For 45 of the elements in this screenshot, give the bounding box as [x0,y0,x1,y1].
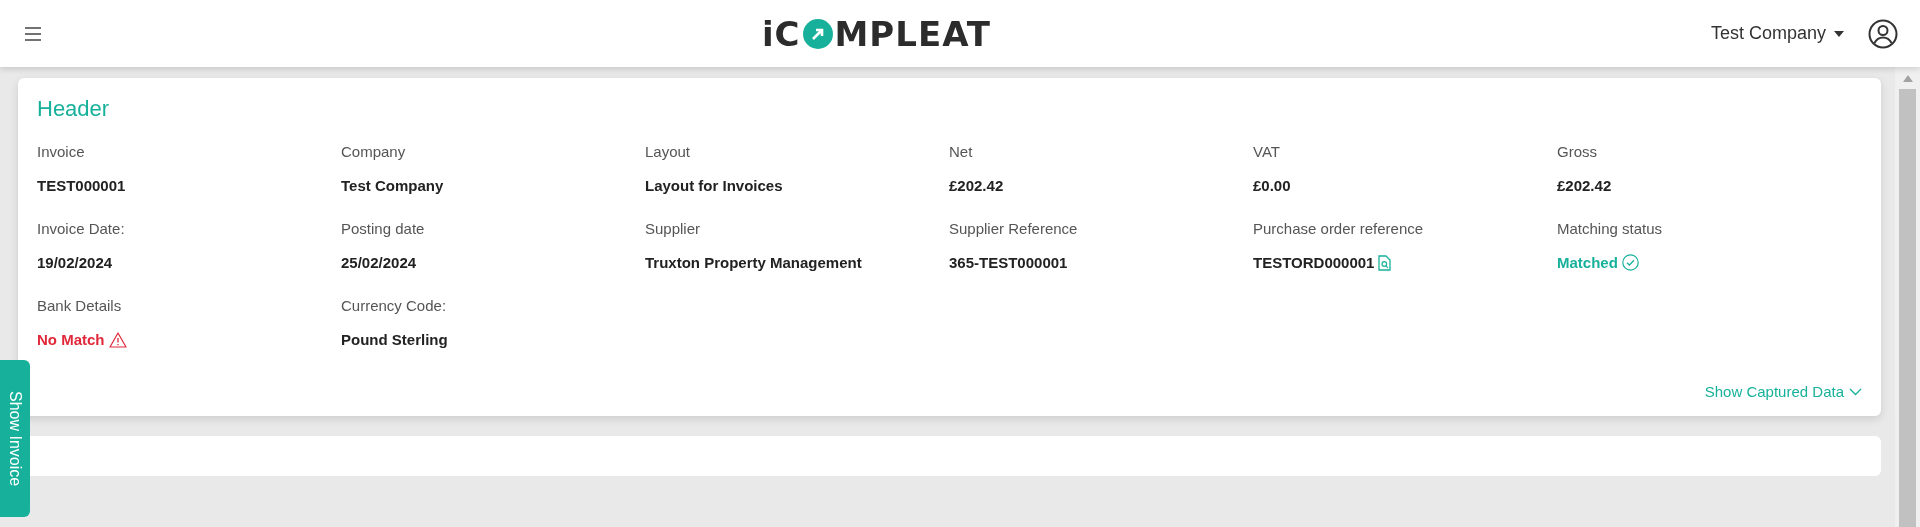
caret-icon [1834,30,1844,37]
field-value: TESTORD000001 [1253,252,1375,273]
section-title: Header [37,95,111,123]
field-label: Invoice [37,142,86,162]
field-label: Company [341,142,407,162]
field-value: 365-TEST000001 [949,252,1068,273]
scrollbar-thumb[interactable] [1899,89,1916,527]
warning-icon [108,331,127,348]
field-label: Matching status [1557,219,1664,239]
menu-icon [24,27,42,42]
logo-text: iC [761,16,801,51]
field-label: Purchase order reference [1253,219,1425,239]
field-label: Supplier Reference [949,219,1079,239]
field-label: Supplier [645,219,702,239]
field-value: 19/02/2024 [37,252,113,273]
field-value: Test Company [341,175,444,196]
show-invoice-tab[interactable]: Show Invoice [0,360,30,517]
field-value: Pound Sterling [341,329,448,350]
field-label: VAT [1253,142,1281,162]
field-value: £202.42 [949,175,1004,196]
logo-icon [802,18,833,49]
logo-text: MPLEAT [834,16,992,51]
company-dropdown[interactable]: Test Company [1710,20,1844,47]
status-text: No Match [37,329,105,350]
field-label: Currency Code: [341,296,448,316]
scrollbar[interactable] [1895,67,1920,527]
document-search-icon[interactable] [1378,254,1392,271]
status-text: Matched [1557,252,1618,273]
field-label: Bank Details [37,296,123,316]
field-label: Net [949,142,974,162]
field-value: Layout for Invoices [645,175,783,196]
field-label: Layout [645,142,692,162]
scroll-up-icon[interactable] [1903,75,1913,82]
field-label: Invoice Date: [37,219,126,239]
field-value: 25/02/2024 [341,252,417,273]
field-value: Truxton Property Management [645,252,862,273]
field-value: £0.00 [1253,175,1291,196]
chevron-down-icon [1849,388,1862,397]
field-value: TEST000001 [37,175,126,196]
show-captured-data-link[interactable]: Show Captured Data [1704,381,1862,404]
field-label: Posting date [341,219,426,239]
check-circle-icon [1621,254,1639,272]
user-icon[interactable] [1868,18,1898,49]
field-label: Gross [1557,142,1598,162]
field-value: £202.42 [1557,175,1612,196]
